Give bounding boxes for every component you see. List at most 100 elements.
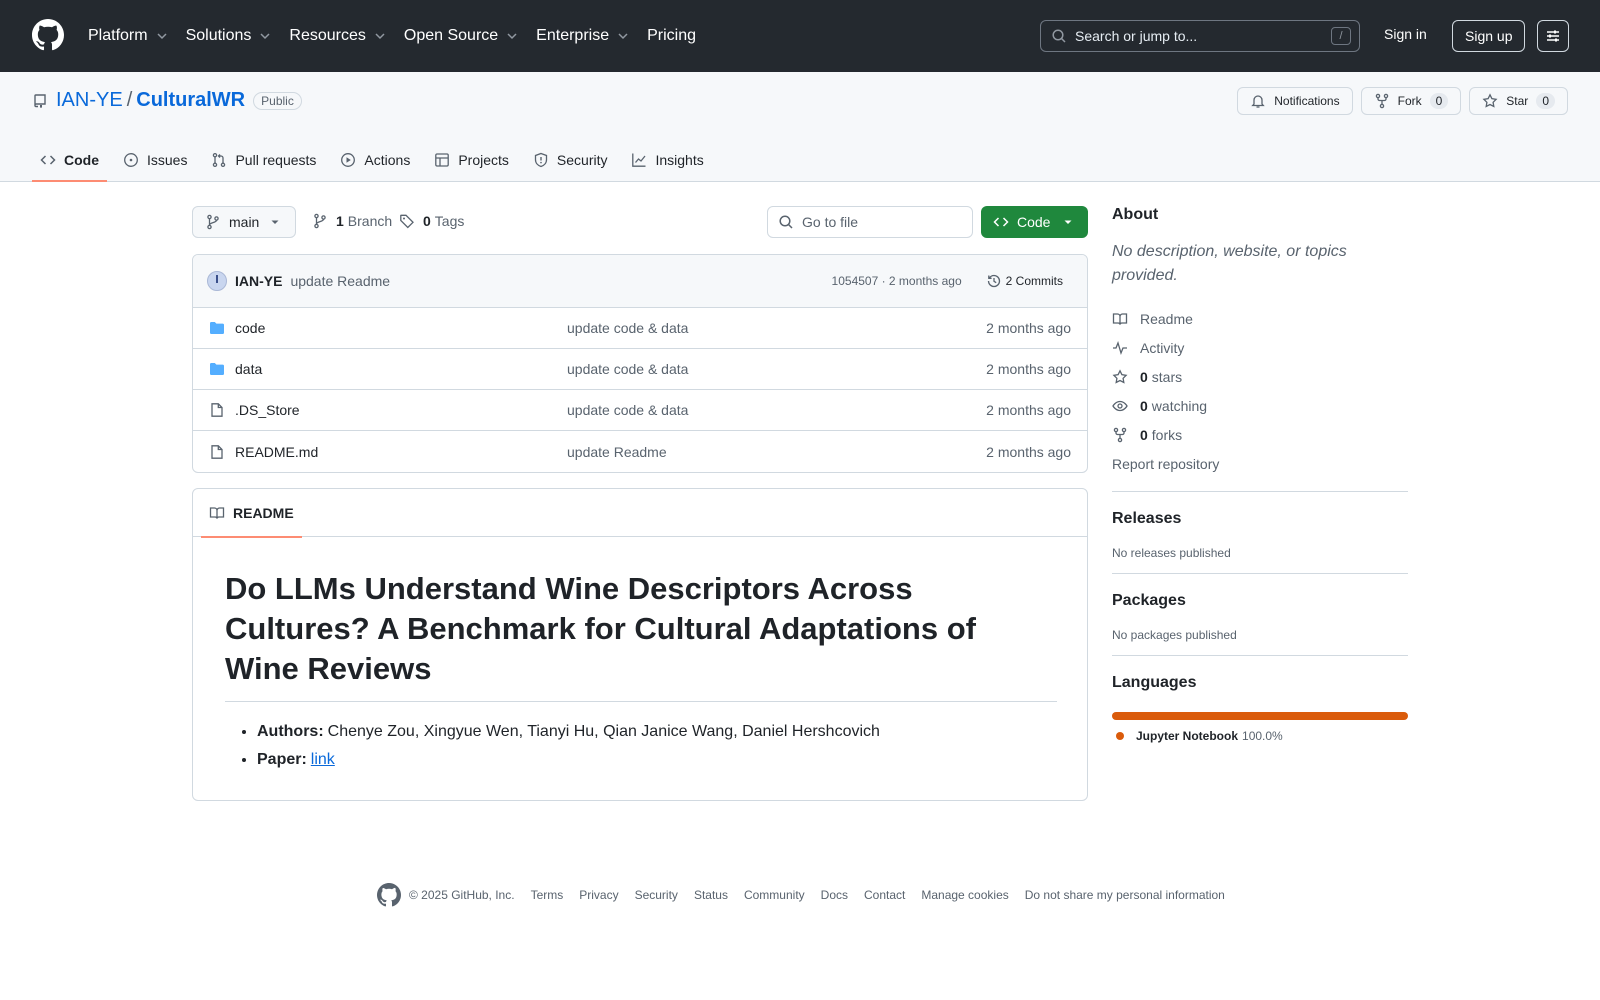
file-icon bbox=[211, 403, 223, 417]
file-name-link[interactable]: data bbox=[235, 361, 262, 377]
code-dropdown-button[interactable]: Code bbox=[981, 206, 1088, 238]
file-name-link[interactable]: code bbox=[235, 320, 265, 336]
watching-label: watching bbox=[1151, 397, 1208, 414]
go-to-file-placeholder: Go to file bbox=[802, 214, 859, 230]
tab-readme[interactable]: README bbox=[201, 489, 302, 538]
file-commit-message[interactable]: update Readme bbox=[567, 444, 667, 460]
file-row[interactable]: code update code & data 2 months ago bbox=[193, 308, 1087, 349]
file-commit-message[interactable]: update code & data bbox=[567, 320, 688, 336]
nav-pricing[interactable]: Pricing bbox=[647, 27, 696, 45]
activity-link[interactable]: Activity bbox=[1112, 333, 1408, 362]
nav-label: Solutions bbox=[185, 27, 252, 44]
authors-text: Chenye Zou, Xingyue Wen, Tianyi Hu, Qian… bbox=[327, 723, 880, 740]
branches-link[interactable]: 1 Branch bbox=[312, 213, 392, 229]
tag-count-label: Tags bbox=[434, 213, 465, 229]
star-count: 0 bbox=[1536, 93, 1555, 109]
caret-down-icon bbox=[1064, 220, 1072, 224]
sliders-icon bbox=[1547, 30, 1559, 42]
watching-link[interactable]: 0 watching bbox=[1112, 391, 1408, 420]
book-icon bbox=[1112, 312, 1128, 325]
nav-resources[interactable]: Resources bbox=[289, 27, 387, 45]
commits-count-label: 2 Commits bbox=[1005, 274, 1063, 288]
nav-solutions[interactable]: Solutions bbox=[186, 27, 274, 45]
code-icon bbox=[40, 155, 56, 165]
footer-link-docs[interactable]: Docs bbox=[821, 888, 848, 902]
footer-link-status[interactable]: Status bbox=[694, 888, 728, 902]
repo-name-link[interactable]: CulturalWR bbox=[136, 89, 245, 112]
commit-author-link[interactable]: IAN-YE bbox=[235, 273, 282, 289]
nav-open-source[interactable]: Open Source bbox=[404, 27, 520, 45]
github-logo-icon[interactable] bbox=[32, 19, 64, 51]
releases-heading[interactable]: Releases bbox=[1112, 510, 1408, 528]
footer-link-contact[interactable]: Contact bbox=[864, 888, 905, 902]
report-repository-link[interactable]: Report repository bbox=[1112, 449, 1408, 478]
footer-link-security[interactable]: Security bbox=[635, 888, 678, 902]
folder-icon bbox=[210, 363, 224, 375]
repo-title: IAN-YE / CulturalWR Public bbox=[32, 89, 302, 112]
tab-actions[interactable]: Actions bbox=[332, 140, 418, 180]
forks-link[interactable]: 0 forks bbox=[1112, 420, 1408, 449]
readme-link[interactable]: Readme bbox=[1112, 304, 1408, 333]
tab-label: Insights bbox=[655, 152, 704, 168]
paper-link[interactable]: link bbox=[311, 751, 335, 768]
repo-owner-link[interactable]: IAN-YE bbox=[56, 89, 123, 112]
file-row[interactable]: .DS_Store update code & data 2 months ag… bbox=[193, 390, 1087, 431]
tags-link[interactable]: 0 Tags bbox=[399, 213, 464, 229]
repo-path-separator: / bbox=[126, 89, 133, 111]
fork-button[interactable]: Fork 0 bbox=[1360, 87, 1462, 115]
tab-label: Actions bbox=[364, 152, 411, 168]
footer-link-community[interactable]: Community bbox=[744, 888, 805, 902]
file-icon bbox=[211, 444, 223, 459]
footer-link-do-not-share[interactable]: Do not share my personal information bbox=[1025, 888, 1225, 902]
notifications-button[interactable]: Notifications bbox=[1237, 87, 1353, 115]
tab-code[interactable]: Code bbox=[32, 140, 107, 182]
tab-security[interactable]: Security bbox=[525, 140, 616, 180]
tab-label: Pull requests bbox=[235, 152, 317, 168]
bell-icon bbox=[1251, 95, 1265, 108]
tab-pull-requests[interactable]: Pull requests bbox=[203, 140, 324, 180]
github-mark-icon[interactable] bbox=[377, 883, 401, 907]
file-row[interactable]: README.md update Readme 2 months ago bbox=[193, 431, 1087, 472]
footer-copyright: © 2025 GitHub, Inc. bbox=[409, 888, 515, 902]
footer-link-manage-cookies[interactable]: Manage cookies bbox=[921, 888, 1008, 902]
commit-message-link[interactable]: update Readme bbox=[290, 273, 390, 289]
languages-heading: Languages bbox=[1112, 674, 1197, 691]
page-footer: © 2025 GitHub, Inc. Terms Privacy Securi… bbox=[377, 883, 1241, 907]
avatar[interactable] bbox=[207, 271, 227, 291]
file-row[interactable]: data update code & data 2 months ago bbox=[193, 349, 1087, 390]
stars-link[interactable]: 0 stars bbox=[1112, 362, 1408, 391]
file-commit-message[interactable]: update code & data bbox=[567, 361, 688, 377]
nav-enterprise[interactable]: Enterprise bbox=[536, 27, 631, 45]
code-icon bbox=[993, 217, 1009, 227]
languages-section: Languages Jupyter Notebook 100.0% bbox=[1112, 655, 1408, 743]
tab-projects[interactable]: Projects bbox=[426, 140, 517, 180]
global-search-input[interactable]: Search or jump to... / bbox=[1040, 20, 1360, 52]
nav-label: Platform bbox=[88, 27, 148, 44]
language-percent: 100.0% bbox=[1242, 729, 1283, 743]
footer-link-terms[interactable]: Terms bbox=[531, 888, 564, 902]
commits-history-link[interactable]: 2 Commits bbox=[978, 269, 1071, 293]
tab-issues[interactable]: Issues bbox=[115, 140, 195, 180]
stars-label: stars bbox=[1151, 368, 1183, 385]
forks-count: 0 bbox=[1140, 426, 1148, 443]
tab-insights[interactable]: Insights bbox=[623, 140, 711, 180]
commit-sha-and-time[interactable]: 1054507 · 2 months ago bbox=[832, 274, 962, 288]
packages-heading[interactable]: Packages bbox=[1112, 592, 1408, 610]
file-name-link[interactable]: .DS_Store bbox=[235, 402, 300, 418]
file-name-link[interactable]: README.md bbox=[235, 444, 318, 460]
file-commit-message[interactable]: update code & data bbox=[567, 402, 688, 418]
activity-link-label: Activity bbox=[1140, 339, 1185, 356]
global-header: Platform Solutions Resources Open Source… bbox=[0, 0, 1600, 72]
go-to-file-input[interactable]: Go to file bbox=[767, 206, 973, 238]
tab-label: Code bbox=[64, 152, 99, 168]
language-item[interactable]: Jupyter Notebook 100.0% bbox=[1112, 729, 1408, 743]
sign-up-button[interactable]: Sign up bbox=[1452, 20, 1526, 52]
language-name: Jupyter Notebook bbox=[1136, 729, 1239, 743]
authors-label: Authors: bbox=[257, 723, 324, 740]
star-button[interactable]: Star 0 bbox=[1469, 87, 1568, 115]
branch-selector-button[interactable]: main bbox=[192, 206, 296, 238]
footer-link-privacy[interactable]: Privacy bbox=[579, 888, 618, 902]
sign-in-link[interactable]: Sign in bbox=[1384, 26, 1427, 42]
settings-menu-button[interactable] bbox=[1537, 20, 1569, 52]
nav-platform[interactable]: Platform bbox=[88, 27, 170, 45]
